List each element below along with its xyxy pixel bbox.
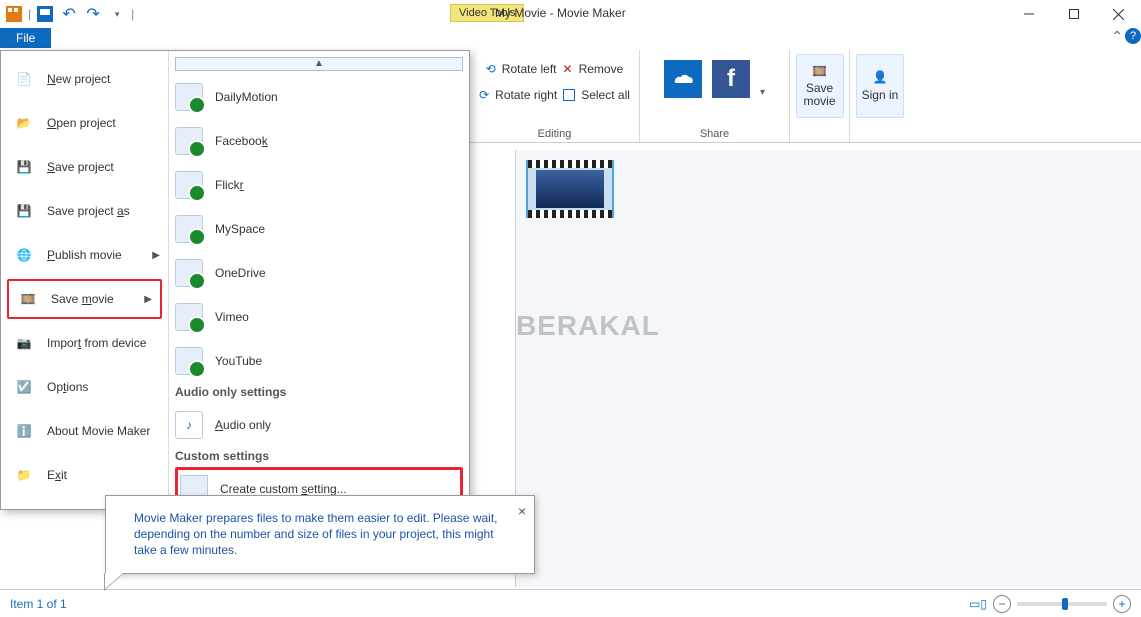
folder-exit-icon: 📁 xyxy=(11,462,37,488)
music-note-icon: ♪ xyxy=(175,411,203,439)
menu-options[interactable]: ☑️OptionsOptions xyxy=(1,365,168,409)
folder-open-icon: 📂 xyxy=(11,110,37,136)
share-dropdown-icon[interactable]: ▾ xyxy=(760,87,765,98)
save-movie-group: 🎞️ Save movie xyxy=(790,50,850,142)
editing-group: ⟲ Rotate left ✕ Remove ⟳ Rotate right Selec… xyxy=(470,50,640,142)
service-icon xyxy=(175,303,203,331)
close-button[interactable] xyxy=(1096,0,1141,28)
zoom-out-button[interactable]: − xyxy=(993,595,1011,613)
save-icon: 💾 xyxy=(11,154,37,180)
window-title: My Movie - Movie Maker xyxy=(495,6,626,20)
document-icon: 📄 xyxy=(11,66,37,92)
menu-open-project[interactable]: 📂Open projectOpen project xyxy=(1,101,168,145)
tooltip-text: Movie Maker prepares files to make them … xyxy=(134,511,498,557)
redo-icon[interactable]: ↷ xyxy=(83,4,103,24)
submenu-dailymotion[interactable]: DailyMotion xyxy=(175,75,463,119)
menu-import-device[interactable]: 📷Import from deviceImport from device xyxy=(1,321,168,365)
file-menu: 📄NNew projectew project 📂Open projectOpe… xyxy=(0,50,470,510)
onedrive-share-button[interactable] xyxy=(664,60,702,98)
submenu-scroll-up[interactable]: ▲ xyxy=(175,57,463,71)
zoom-in-button[interactable]: + xyxy=(1113,595,1131,613)
camera-icon: 📷 xyxy=(11,330,37,356)
rotate-left-icon: ⟲ xyxy=(486,62,496,76)
sign-in-label: Sign in xyxy=(862,88,899,102)
qat-separator: | xyxy=(131,7,134,21)
menu-save-project-as[interactable]: 💾Save project asSave project as xyxy=(1,189,168,233)
signin-group: 👤 Sign in xyxy=(850,50,910,142)
service-icon xyxy=(175,83,203,111)
thumbnail-view-icon[interactable]: ▭▯ xyxy=(969,597,987,611)
save-icon[interactable] xyxy=(35,4,55,24)
submenu-onedrive[interactable]: OneDrive xyxy=(175,251,463,295)
qat-separator: | xyxy=(28,7,31,21)
app-icon xyxy=(4,4,24,24)
submenu-vimeo[interactable]: Vimeo xyxy=(175,295,463,339)
file-menu-left-column: 📄NNew projectew project 📂Open projectOpe… xyxy=(1,51,169,509)
undo-icon[interactable]: ↶ xyxy=(59,4,79,24)
service-icon xyxy=(175,171,203,199)
rotate-left-button[interactable]: Rotate left xyxy=(502,62,557,76)
group-label: Editing xyxy=(470,128,639,140)
service-icon xyxy=(175,215,203,243)
service-icon xyxy=(175,347,203,375)
menu-about[interactable]: ℹ️About Movie Maker xyxy=(1,409,168,453)
tooltip-close-button[interactable]: × xyxy=(518,502,526,521)
group-label: Share xyxy=(640,128,789,140)
rotate-right-icon: ⟳ xyxy=(479,88,489,102)
select-all-icon xyxy=(563,89,575,101)
info-tooltip: × Movie Maker prepares files to make the… xyxy=(105,495,535,574)
collapse-ribbon-icon[interactable]: ⌃ xyxy=(1111,28,1123,45)
file-submenu: ▲ DailyMotion FacebookFacebook FlickrFli… xyxy=(169,51,469,509)
file-tab[interactable]: File xyxy=(0,28,51,48)
watermark-text: BERAKAL xyxy=(516,310,660,342)
sign-in-button[interactable]: 👤 Sign in xyxy=(856,54,904,118)
person-icon: 👤 xyxy=(873,70,888,84)
checklist-icon: ☑️ xyxy=(11,374,37,400)
video-clip[interactable] xyxy=(526,160,614,218)
submenu-arrow-icon: ▶ xyxy=(152,250,160,261)
qat-custom-dropdown-icon[interactable]: ▾ xyxy=(107,4,127,24)
storyboard-pane[interactable]: BERAKAL xyxy=(515,150,1141,587)
select-all-button[interactable]: Select all xyxy=(581,88,630,102)
info-icon: ℹ️ xyxy=(11,418,37,444)
submenu-facebook[interactable]: FacebookFacebook xyxy=(175,119,463,163)
submenu-flickr[interactable]: FlickrFlickr xyxy=(175,163,463,207)
rotate-right-button[interactable]: Rotate right xyxy=(495,88,557,102)
service-icon xyxy=(175,127,203,155)
maximize-button[interactable] xyxy=(1051,0,1096,28)
film-icon: 🎞️ xyxy=(15,286,41,312)
submenu-header-custom: Custom settings xyxy=(175,449,463,463)
status-item-count: Item 1 of 1 xyxy=(10,597,67,611)
minimize-button[interactable] xyxy=(1006,0,1051,28)
status-bar: Item 1 of 1 ▭▯ − + xyxy=(0,589,1141,617)
menu-exit[interactable]: 📁ExitExit xyxy=(1,453,168,497)
ribbon-tabstrip: File xyxy=(0,28,1141,50)
menu-save-movie[interactable]: 🎞️Save movie▶Save movie xyxy=(7,279,162,319)
film-reel-icon: 🎞️ xyxy=(812,64,827,78)
remove-icon: ✕ xyxy=(563,62,573,76)
share-group: f ▾ Share xyxy=(640,50,790,142)
zoom-slider[interactable] xyxy=(1017,602,1107,606)
menu-publish-movie[interactable]: 🌐Publish movie▶Publish movie xyxy=(1,233,168,277)
submenu-audio-only[interactable]: ♪Audio onlyAudio only xyxy=(175,403,463,447)
help-icon[interactable]: ? xyxy=(1125,28,1141,44)
globe-icon: 🌐 xyxy=(11,242,37,268)
menu-save-project[interactable]: 💾Save projectSave project xyxy=(1,145,168,189)
service-icon xyxy=(175,259,203,287)
submenu-youtube[interactable]: YouTube xyxy=(175,339,463,383)
save-movie-button[interactable]: 🎞️ Save movie xyxy=(796,54,844,118)
submenu-myspace[interactable]: MySpace xyxy=(175,207,463,251)
titlebar: | ↶ ↷ ▾ | Video Tools My Movie - Movie M… xyxy=(0,0,1141,28)
menu-new-project[interactable]: 📄NNew projectew project xyxy=(1,57,168,101)
submenu-arrow-icon: ▶ xyxy=(144,294,152,305)
remove-button[interactable]: Remove xyxy=(579,62,624,76)
facebook-share-button[interactable]: f xyxy=(712,60,750,98)
submenu-header-audio: Audio only settings xyxy=(175,385,463,399)
save-movie-label: Save movie xyxy=(797,82,843,108)
zoom-controls: ▭▯ − + xyxy=(969,595,1131,613)
save-as-icon: 💾 xyxy=(11,198,37,224)
